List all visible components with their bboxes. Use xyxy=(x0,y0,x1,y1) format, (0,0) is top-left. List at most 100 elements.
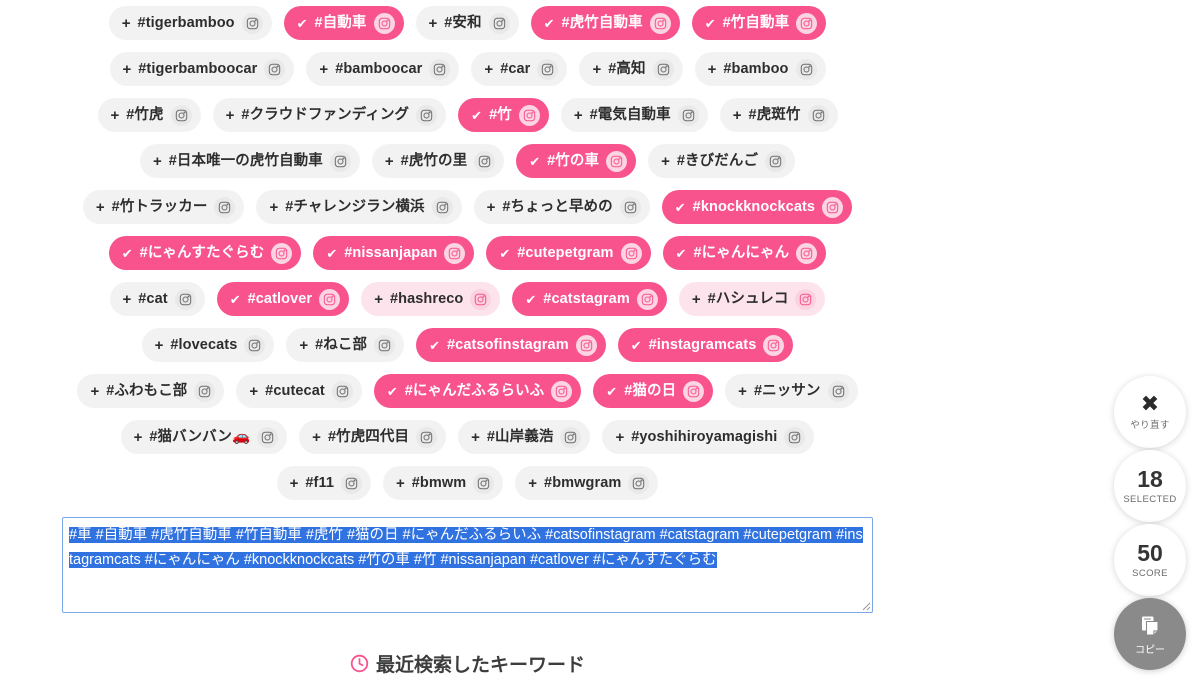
hashtag-chip[interactable]: + #山岸義浩 xyxy=(458,420,591,454)
instagram-icon[interactable] xyxy=(257,426,279,448)
hashtag-chip[interactable]: + #lovecats xyxy=(141,328,275,362)
hashtag-chip[interactable]: + #電気自動車 xyxy=(560,98,708,132)
instagram-icon[interactable] xyxy=(194,380,216,402)
instagram-icon[interactable] xyxy=(244,334,266,356)
instagram-icon[interactable] xyxy=(474,150,496,172)
hashtag-chip[interactable]: + #チャレンジラン横浜 xyxy=(256,190,462,224)
instagram-icon[interactable] xyxy=(763,334,785,356)
instagram-icon[interactable] xyxy=(636,288,658,310)
hashtag-chip[interactable]: + #ハシュレコ xyxy=(678,282,826,316)
hashtag-chip[interactable]: ✔ #nissanjapan xyxy=(313,236,475,270)
hashtag-chip[interactable]: ✔ #自動車 xyxy=(283,6,404,40)
instagram-icon[interactable] xyxy=(619,196,641,218)
hashtag-chip[interactable]: ✔ #catsofinstagram xyxy=(416,328,606,362)
hashtag-chip[interactable]: ✔ #knockknockcats xyxy=(661,190,853,224)
instagram-icon[interactable] xyxy=(628,472,650,494)
hashtag-chip[interactable]: + #竹虎 xyxy=(97,98,201,132)
hashtag-chip[interactable]: + #猫バンバン🚗 xyxy=(120,420,288,454)
hashtag-chip[interactable]: + #ねこ部 xyxy=(286,328,405,362)
copy-button[interactable]: コピー xyxy=(1114,598,1186,670)
hashtag-chip[interactable]: ✔ #にゃんにゃん xyxy=(662,236,827,270)
hashtag-chip[interactable]: + #虎竹の里 xyxy=(371,144,505,178)
instagram-icon[interactable] xyxy=(518,104,540,126)
instagram-icon[interactable] xyxy=(488,12,510,34)
instagram-icon[interactable] xyxy=(444,242,466,264)
instagram-icon[interactable] xyxy=(575,334,597,356)
instagram-icon[interactable] xyxy=(796,242,818,264)
instagram-icon[interactable] xyxy=(341,472,362,494)
instagram-icon[interactable] xyxy=(271,242,293,264)
hashtag-chip[interactable]: ✔ #竹自動車 xyxy=(691,6,827,40)
hashtag-chip[interactable]: ✔ #竹 xyxy=(458,98,549,132)
hashtag-chip[interactable]: + #tigerbamboocar xyxy=(109,52,295,86)
instagram-icon[interactable] xyxy=(649,12,671,34)
instagram-icon[interactable] xyxy=(374,334,396,356)
hashtag-chip[interactable]: + #cutecat xyxy=(236,374,362,408)
instagram-icon[interactable] xyxy=(431,196,453,218)
instagram-icon[interactable] xyxy=(652,58,674,80)
hashtag-chip[interactable]: ✔ #猫の日 xyxy=(593,374,714,408)
hashtag-chip[interactable]: + #虎斑竹 xyxy=(719,98,838,132)
hashtag-chip[interactable]: + #cat xyxy=(109,282,205,316)
hashtag-chip[interactable]: + #bamboo xyxy=(694,52,826,86)
instagram-icon[interactable] xyxy=(331,380,353,402)
instagram-icon[interactable] xyxy=(416,104,438,126)
hashtag-chip[interactable]: ✔ #instagramcats xyxy=(617,328,794,362)
instagram-icon[interactable] xyxy=(470,288,492,310)
hashtag-chip[interactable]: + #日本唯一の虎竹自動車 xyxy=(139,144,360,178)
hashtag-chip[interactable]: + #安和 xyxy=(415,6,519,40)
instagram-icon[interactable] xyxy=(606,150,628,172)
hashtag-chip[interactable]: + #yoshihiroyamagishi xyxy=(602,420,815,454)
instagram-icon[interactable] xyxy=(765,150,787,172)
hashtag-chip[interactable]: + #f11 xyxy=(276,466,371,500)
instagram-icon[interactable] xyxy=(551,380,573,402)
hashtag-chip[interactable]: ✔ #にゃんすたぐらむ xyxy=(108,236,302,270)
hashtag-chip[interactable]: + #tigerbamboo xyxy=(108,6,272,40)
hashtag-chip[interactable]: + #ふわもこ部 xyxy=(77,374,225,408)
instagram-icon[interactable] xyxy=(537,58,559,80)
instagram-icon[interactable] xyxy=(795,288,817,310)
instagram-icon[interactable] xyxy=(677,104,699,126)
hashtag-chip[interactable]: + #きびだんご xyxy=(648,144,796,178)
instagram-icon[interactable] xyxy=(416,426,438,448)
instagram-icon[interactable] xyxy=(319,288,341,310)
instagram-icon[interactable] xyxy=(784,426,806,448)
instagram-icon[interactable] xyxy=(241,12,263,34)
hashtag-chip[interactable]: + #car xyxy=(471,52,568,86)
hashtag-chip[interactable]: ✔ #catstagram xyxy=(512,282,667,316)
hashtag-chip[interactable]: + #hashreco xyxy=(361,282,501,316)
instagram-icon[interactable] xyxy=(174,288,196,310)
hashtag-chip[interactable]: ✔ #catlover xyxy=(216,282,350,316)
score-badge[interactable]: 50 SCORE xyxy=(1114,524,1186,596)
instagram-icon[interactable] xyxy=(827,380,849,402)
hashtag-chip[interactable]: + #bmwgram xyxy=(515,466,659,500)
selected-count-badge[interactable]: 18 SELECTED xyxy=(1114,450,1186,522)
instagram-icon[interactable] xyxy=(683,380,705,402)
hashtag-output-textarea[interactable] xyxy=(62,517,873,613)
hashtag-chip[interactable]: ✔ #竹の車 xyxy=(516,144,637,178)
instagram-icon[interactable] xyxy=(796,12,818,34)
hashtag-chip[interactable]: + #高知 xyxy=(579,52,683,86)
instagram-icon[interactable] xyxy=(429,58,451,80)
hashtag-chip[interactable]: + #ちょっと早めの xyxy=(473,190,650,224)
instagram-icon[interactable] xyxy=(620,242,642,264)
instagram-icon[interactable] xyxy=(329,150,351,172)
hashtag-chip[interactable]: ✔ #にゃんだふるらいふ xyxy=(373,374,582,408)
instagram-icon[interactable] xyxy=(822,196,844,218)
instagram-icon[interactable] xyxy=(807,104,829,126)
instagram-icon[interactable] xyxy=(560,426,582,448)
instagram-icon[interactable] xyxy=(214,196,236,218)
hashtag-chip[interactable]: ✔ #cutepetgram xyxy=(486,236,651,270)
hashtag-chip[interactable]: ✔ #虎竹自動車 xyxy=(530,6,680,40)
instagram-icon[interactable] xyxy=(170,104,192,126)
hashtag-chip[interactable]: + #ニッサン xyxy=(725,374,858,408)
reset-button[interactable]: ✖ やり直す xyxy=(1114,376,1186,448)
hashtag-chip[interactable]: + #クラウドファンディング xyxy=(212,98,447,132)
hashtag-chip[interactable]: + #竹虎四代目 xyxy=(299,420,447,454)
hashtag-chip[interactable]: + #bmwm xyxy=(383,466,504,500)
instagram-icon[interactable] xyxy=(473,472,495,494)
hashtag-chip[interactable]: + #bamboocar xyxy=(306,52,460,86)
instagram-icon[interactable] xyxy=(264,58,286,80)
hashtag-chip[interactable]: + #竹トラッカー xyxy=(82,190,245,224)
instagram-icon[interactable] xyxy=(373,12,395,34)
